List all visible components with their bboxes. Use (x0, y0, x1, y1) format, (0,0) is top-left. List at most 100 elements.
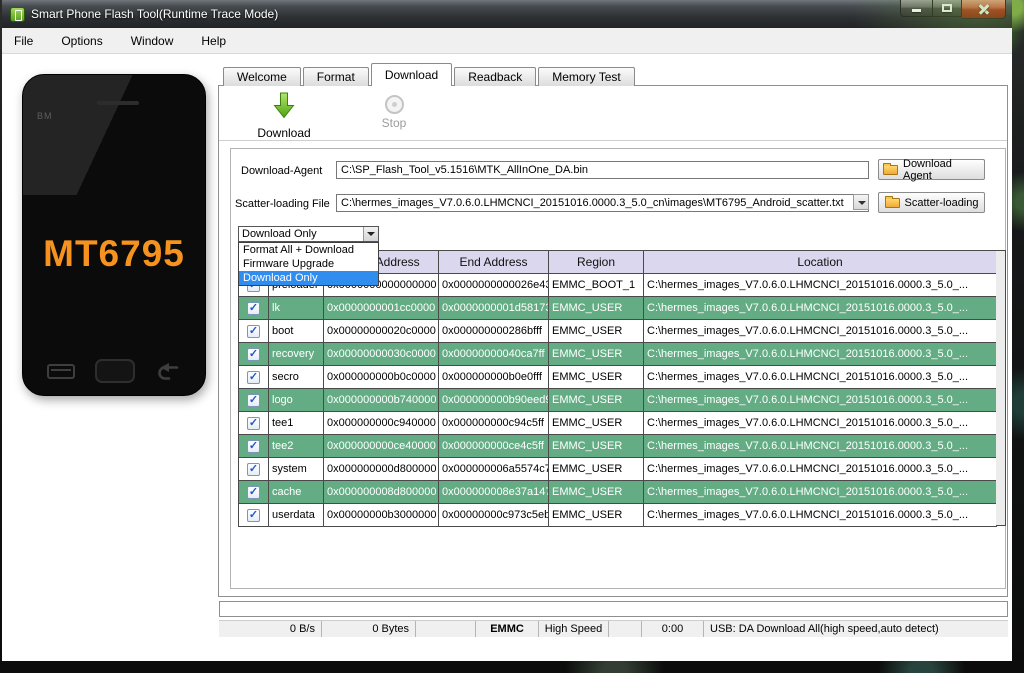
tab-readback[interactable]: Readback (454, 67, 537, 86)
download-agent-button[interactable]: Download Agent (878, 158, 985, 182)
row-checkbox-cell: ✓ (238, 365, 269, 389)
row-checkbox[interactable]: ✓ (247, 393, 260, 407)
progress-bar (219, 601, 1008, 617)
close-icon (978, 3, 990, 15)
cell-begin-address: 0x000000000b740000 (323, 388, 439, 412)
row-checkbox-cell: ✓ (238, 296, 269, 320)
status-usb-info: USB: DA Download All(high speed,auto det… (710, 623, 939, 635)
table-scrollbar[interactable] (996, 250, 1006, 526)
phone-home-icon (95, 359, 135, 383)
cell-name: system (268, 457, 324, 481)
tab-welcome[interactable]: Welcome (223, 67, 301, 86)
menu-help[interactable]: Help (201, 34, 226, 48)
status-bar: 0 B/s 0 Bytes EMMC High Speed 0:00 USB: … (219, 620, 1008, 637)
dropdown-option-download-only[interactable]: Download Only (239, 271, 378, 285)
table-row-recovery[interactable]: ✓ recovery 0x00000000030c0000 0x00000000040… (238, 342, 997, 366)
column-header-location: Location (643, 250, 997, 274)
row-checkbox[interactable]: ✓ (247, 416, 260, 430)
stop-icon (384, 95, 404, 114)
cell-begin-address: 0x00000000030c0000 (323, 342, 439, 366)
row-checkbox-cell: ✓ (238, 480, 269, 504)
cell-location: C:\hermes_images_V7.0.6.0.LHMCNCI_201510… (643, 434, 997, 458)
folder-icon (883, 162, 898, 175)
minimize-button[interactable] (900, 0, 933, 17)
combo-arrow-icon[interactable] (363, 227, 378, 241)
window-titlebar[interactable]: Smart Phone Flash Tool(Runtime Trace Mod… (2, 0, 1012, 28)
menu-file[interactable]: File (14, 34, 33, 48)
maximize-button[interactable] (933, 0, 962, 17)
cell-region: EMMC_USER (548, 457, 644, 481)
row-checkbox-cell: ✓ (238, 342, 269, 366)
cell-end-address: 0x00000000c973c5eb (438, 503, 549, 527)
table-row-logo[interactable]: ✓ logo 0x000000000b740000 0x000000000b90eed… (238, 388, 997, 412)
row-checkbox[interactable]: ✓ (247, 370, 260, 384)
row-checkbox[interactable]: ✓ (247, 485, 260, 499)
row-checkbox[interactable]: ✓ (247, 439, 260, 453)
cell-end-address: 0x000000000ce4c5ff (438, 434, 549, 458)
cell-end-address: 0x000000006a5574c7 (438, 457, 549, 481)
status-time: 0:00 (642, 621, 704, 637)
table-row-secro[interactable]: ✓ secro 0x000000000b0c0000 0x000000000b0e0f… (238, 365, 997, 389)
cell-region: EMMC_USER (548, 342, 644, 366)
menu-options[interactable]: Options (61, 34, 102, 48)
scatter-loading-button[interactable]: Scatter-loading (878, 192, 985, 213)
table-row-cache[interactable]: ✓ cache 0x000000008d800000 0x000000008e37a1… (238, 480, 997, 504)
download-agent-label: Download-Agent (241, 165, 323, 177)
dropdown-option-firmware-upgrade[interactable]: Firmware Upgrade (239, 257, 378, 271)
chipset-label: MT6795 (43, 233, 185, 274)
stop-button[interactable]: Stop (354, 92, 434, 130)
cell-end-address: 0x000000000b0e0fff (438, 365, 549, 389)
status-speed: 0 B/s (219, 621, 322, 637)
download-settings-group: Download-Agent Download Agent Scatter-lo… (230, 148, 1006, 589)
download-agent-input[interactable] (336, 161, 869, 179)
cell-begin-address: 0x00000000020c0000 (323, 319, 439, 343)
table-row-userdata[interactable]: ✓ userdata 0x00000000b3000000 0x00000000c97… (238, 503, 997, 527)
menu-window[interactable]: Window (131, 34, 174, 48)
cell-name: userdata (268, 503, 324, 527)
table-row-tee1[interactable]: ✓ tee1 0x000000000c940000 0x000000000c94c5f… (238, 411, 997, 435)
tab-memory-test[interactable]: Memory Test (538, 67, 635, 86)
cell-region: EMMC_USER (548, 365, 644, 389)
column-header-end-address: End Address (438, 250, 549, 274)
stop-button-label: Stop (381, 116, 407, 130)
cell-location: C:\hermes_images_V7.0.6.0.LHMCNCI_201510… (643, 503, 997, 527)
scatter-dropdown-arrow[interactable] (853, 194, 869, 210)
maximize-icon (942, 4, 952, 12)
download-mode-dropdown-list: Format All + Download Firmware Upgrade Dow… (238, 242, 379, 286)
row-checkbox[interactable]: ✓ (247, 462, 260, 476)
cell-region: EMMC_USER (548, 503, 644, 527)
scatter-file-label: Scatter-loading File (235, 198, 330, 210)
phone-badge-label: BM (37, 111, 53, 121)
window-controls (900, 0, 1006, 19)
row-checkbox[interactable]: ✓ (247, 301, 260, 315)
app-window: Smart Phone Flash Tool(Runtime Trace Mod… (2, 0, 1012, 661)
row-checkbox-cell: ✓ (238, 503, 269, 527)
row-checkbox[interactable]: ✓ (247, 347, 260, 361)
download-button[interactable]: Download (244, 92, 324, 140)
window-title: Smart Phone Flash Tool(Runtime Trace Mod… (31, 7, 279, 21)
cell-location: C:\hermes_images_V7.0.6.0.LHMCNCI_201510… (643, 273, 997, 297)
row-checkbox[interactable]: ✓ (247, 508, 260, 522)
table-row-lk[interactable]: ✓ lk 0x0000000001cc0000 0x0000000001d58173 E… (238, 296, 997, 320)
cell-begin-address: 0x000000008d800000 (323, 480, 439, 504)
row-checkbox-cell: ✓ (238, 457, 269, 481)
minimize-icon (911, 9, 921, 12)
cell-region: EMMC_USER (548, 296, 644, 320)
cell-end-address: 0x000000008e37a147 (438, 480, 549, 504)
table-row-tee2[interactable]: ✓ tee2 0x000000000ce40000 0x000000000ce4c5f… (238, 434, 997, 458)
cell-name: boot (268, 319, 324, 343)
status-speed-mode: High Speed (539, 621, 609, 637)
scatter-button-label: Scatter-loading (904, 196, 979, 209)
tab-download[interactable]: Download (370, 63, 453, 86)
cell-name: recovery (268, 342, 324, 366)
cell-end-address: 0x000000000c94c5ff (438, 411, 549, 435)
download-mode-combo[interactable]: Download Only (238, 226, 379, 242)
table-row-system[interactable]: ✓ system 0x000000000d800000 0x000000006a557… (238, 457, 997, 481)
table-row-boot[interactable]: ✓ boot 0x00000000020c0000 0x000000000286bff… (238, 319, 997, 343)
row-checkbox[interactable]: ✓ (247, 324, 260, 338)
close-button[interactable] (962, 0, 1006, 19)
scatter-file-input[interactable] (336, 194, 869, 212)
tab-format[interactable]: Format (302, 67, 369, 86)
dropdown-option-format-all-download[interactable]: Format All + Download (239, 243, 378, 257)
cell-begin-address: 0x000000000ce40000 (323, 434, 439, 458)
